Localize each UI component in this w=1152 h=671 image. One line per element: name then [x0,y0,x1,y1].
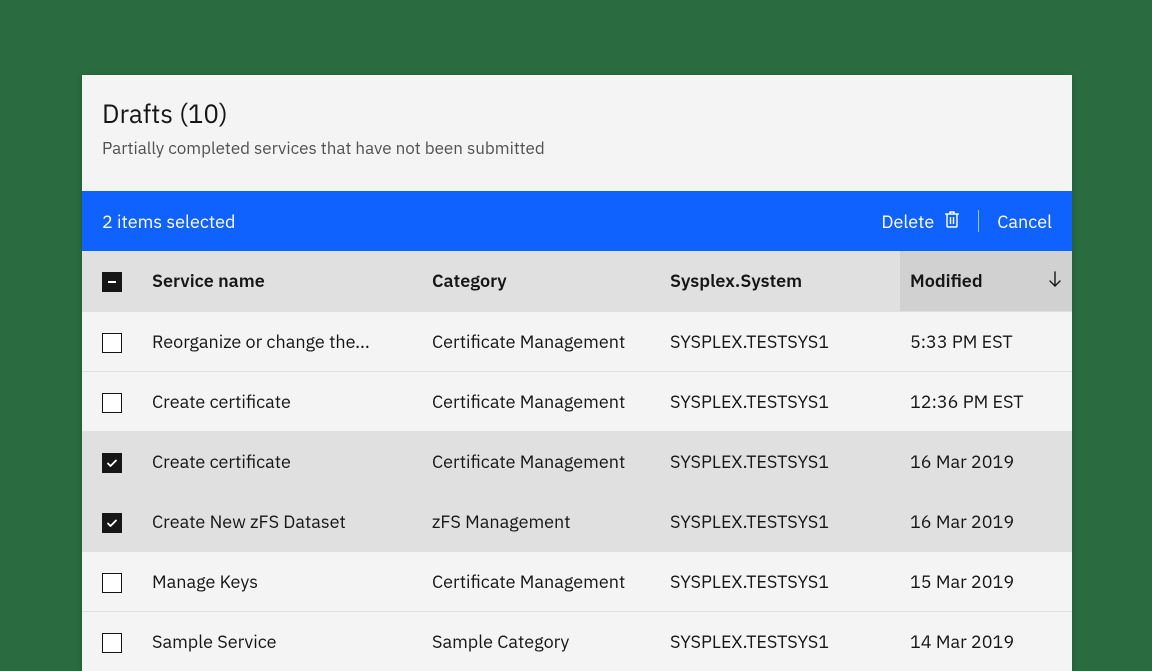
service-name-cell: Reorganize or change the... [142,311,422,371]
drafts-panel: Drafts (10) Partially completed services… [82,75,1072,671]
row-checkbox[interactable] [102,453,122,473]
column-header-modified-label: Modified [910,269,983,292]
table-row[interactable]: Sample ServiceSample CategorySYSPLEX.TES… [82,611,1072,671]
modified-cell: 12:36 PM EST [900,371,1072,431]
delete-button[interactable]: Delete [881,210,960,233]
category-cell: Certificate Management [422,371,660,431]
table-row[interactable]: Manage KeysCertificate ManagementSYSPLEX… [82,551,1072,611]
row-checkbox[interactable] [102,513,122,533]
system-cell: SYSPLEX.TESTSYS1 [660,371,900,431]
page-subtitle: Partially completed services that have n… [102,137,1052,159]
drafts-table: Service name Category Sysplex.System Mod… [82,251,1072,671]
category-cell: Certificate Management [422,431,660,491]
table-row[interactable]: Reorganize or change the...Certificate M… [82,311,1072,371]
category-cell: Certificate Management [422,551,660,611]
sort-descending-icon [1048,269,1062,292]
column-header-name[interactable]: Service name [142,251,422,311]
cancel-button[interactable]: Cancel [997,210,1052,233]
select-all-checkbox[interactable] [102,272,122,292]
table-row[interactable]: Create certificateCertificate Management… [82,431,1072,491]
system-cell: SYSPLEX.TESTSYS1 [660,431,900,491]
table-row[interactable]: Create New zFS DatasetzFS ManagementSYSP… [82,491,1072,551]
modified-cell: 16 Mar 2019 [900,491,1072,551]
batch-action-bar: 2 items selected Delete Cancel [82,191,1072,251]
row-checkbox[interactable] [102,573,122,593]
modified-cell: 16 Mar 2019 [900,431,1072,491]
panel-header: Drafts (10) Partially completed services… [82,75,1072,191]
selected-count-label: 2 items selected [102,210,881,233]
modified-cell: 14 Mar 2019 [900,611,1072,671]
row-checkbox[interactable] [102,393,122,413]
batch-actions: Delete Cancel [881,210,1052,233]
category-cell: Sample Category [422,611,660,671]
modified-cell: 5:33 PM EST [900,311,1072,371]
system-cell: SYSPLEX.TESTSYS1 [660,491,900,551]
modified-cell: 15 Mar 2019 [900,551,1072,611]
column-header-select[interactable] [82,251,142,311]
trash-icon [944,210,960,233]
category-cell: Certificate Management [422,311,660,371]
system-cell: SYSPLEX.TESTSYS1 [660,611,900,671]
column-header-system[interactable]: Sysplex.System [660,251,900,311]
service-name-cell: Create New zFS Dataset [142,491,422,551]
service-name-cell: Sample Service [142,611,422,671]
page-title: Drafts (10) [102,97,1052,131]
column-header-category[interactable]: Category [422,251,660,311]
service-name-cell: Manage Keys [142,551,422,611]
system-cell: SYSPLEX.TESTSYS1 [660,311,900,371]
service-name-cell: Create certificate [142,371,422,431]
delete-button-label: Delete [881,210,934,233]
column-header-modified[interactable]: Modified [900,251,1072,311]
action-divider [978,210,979,232]
service-name-cell: Create certificate [142,431,422,491]
table-row[interactable]: Create certificateCertificate Management… [82,371,1072,431]
system-cell: SYSPLEX.TESTSYS1 [660,551,900,611]
row-checkbox[interactable] [102,633,122,653]
category-cell: zFS Management [422,491,660,551]
row-checkbox[interactable] [102,333,122,353]
